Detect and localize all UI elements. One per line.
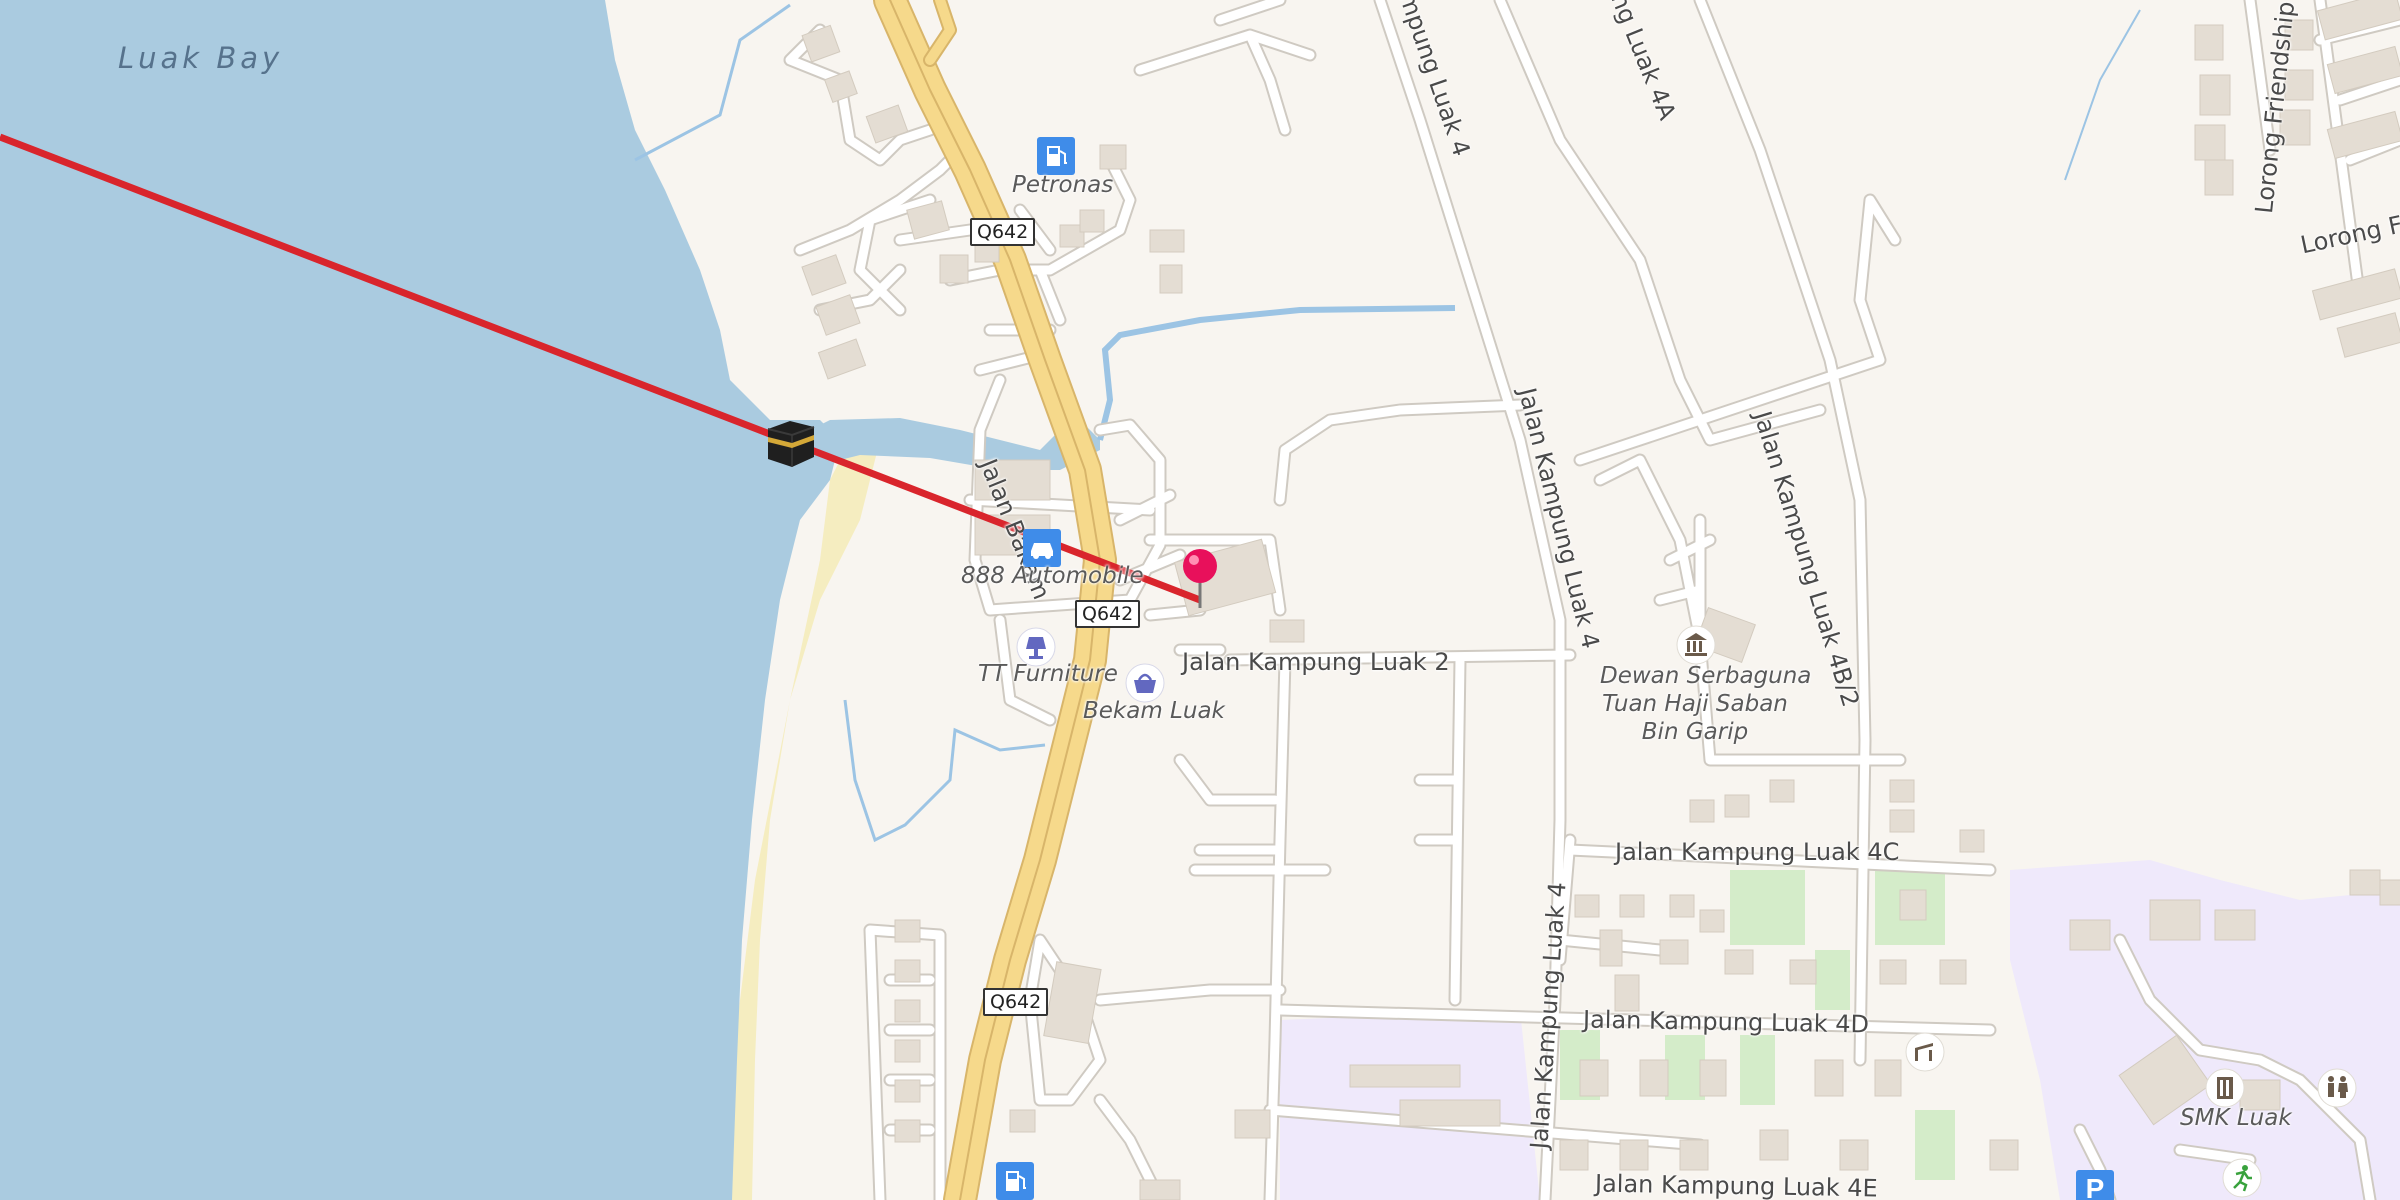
parking-icon[interactable]: P bbox=[2076, 1170, 2114, 1200]
toilets-icon[interactable] bbox=[2317, 1068, 2357, 1108]
road-label-kampung-luak-2: Jalan Kampung Luak 2 bbox=[1182, 648, 1450, 676]
road-label-kampung-luak-4d: Jalan Kampung Luak 4D bbox=[1582, 1005, 1870, 1039]
car-dealer-icon[interactable] bbox=[1023, 529, 1061, 567]
route-shield-q642: Q642 bbox=[970, 218, 1036, 246]
poi-label-bekam-luak[interactable]: Bekam Luak bbox=[1083, 698, 1225, 724]
poi-label-line: Bin Garip bbox=[1641, 719, 1749, 745]
route-shield-q642: Q642 bbox=[983, 988, 1049, 1016]
svg-text:P: P bbox=[2086, 1173, 2105, 1200]
road-label-kampung-luak-4c: Jalan Kampung Luak 4C bbox=[1615, 838, 1900, 866]
kaaba-icon[interactable] bbox=[762, 413, 820, 471]
sports-icon[interactable] bbox=[2222, 1158, 2262, 1198]
community-hall-icon[interactable] bbox=[1676, 625, 1716, 665]
road-label-kampung-luak-4e: Jalan Kampung Luak 4E bbox=[1594, 1169, 1878, 1200]
shelter-icon[interactable] bbox=[1905, 1032, 1945, 1072]
shopping-basket-icon[interactable] bbox=[1125, 663, 1165, 703]
poi-label-dewan-serbaguna[interactable]: Dewan Serbaguna Tuan Haji Saban Bin Gari… bbox=[1600, 662, 1812, 746]
poi-label-petronas[interactable]: Petronas bbox=[1012, 172, 1113, 198]
route-shield-q642: Q642 bbox=[1075, 600, 1141, 628]
school-icon[interactable] bbox=[2205, 1068, 2245, 1108]
poi-label-smk-luak[interactable]: SMK Luak bbox=[2180, 1105, 2292, 1131]
location-pin-icon[interactable] bbox=[1180, 546, 1220, 610]
fuel-station-icon[interactable] bbox=[996, 1162, 1034, 1200]
poi-label-line: Tuan Haji Saban bbox=[1602, 691, 1788, 717]
fuel-station-icon[interactable] bbox=[1037, 137, 1075, 175]
poi-label-tt-furniture[interactable]: TT Furniture bbox=[978, 661, 1118, 687]
poi-label-line: Dewan Serbaguna bbox=[1600, 663, 1812, 689]
poi-label-888-automobile[interactable]: 888 Automobile bbox=[961, 563, 1144, 589]
bay-label: Luak Bay bbox=[118, 41, 284, 75]
map-view[interactable]: Luak Bay Jalan Bakam Jalan Kampung Luak … bbox=[0, 0, 2400, 1200]
